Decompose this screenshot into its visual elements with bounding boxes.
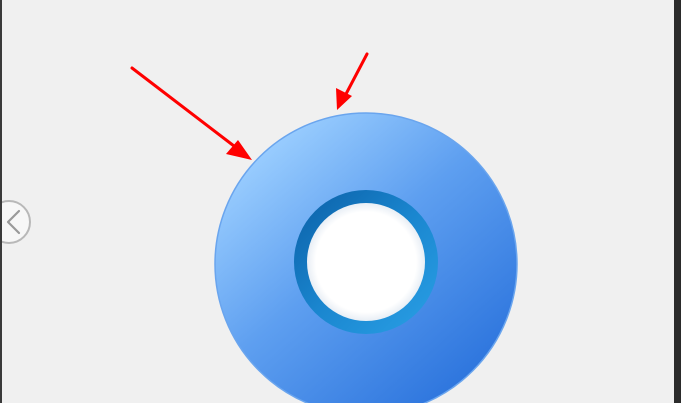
displayed-image [130, 52, 518, 403]
viewer-right-border [674, 0, 681, 403]
chevron-left-icon [6, 209, 21, 235]
disc-icon [214, 112, 518, 403]
annotation-arrow-left [130, 66, 252, 160]
previous-image-button[interactable] [2, 200, 31, 244]
annotation-arrow-top [336, 52, 369, 110]
disc-hole [307, 203, 425, 321]
image-viewer [0, 0, 681, 403]
image-canvas [2, 0, 674, 403]
